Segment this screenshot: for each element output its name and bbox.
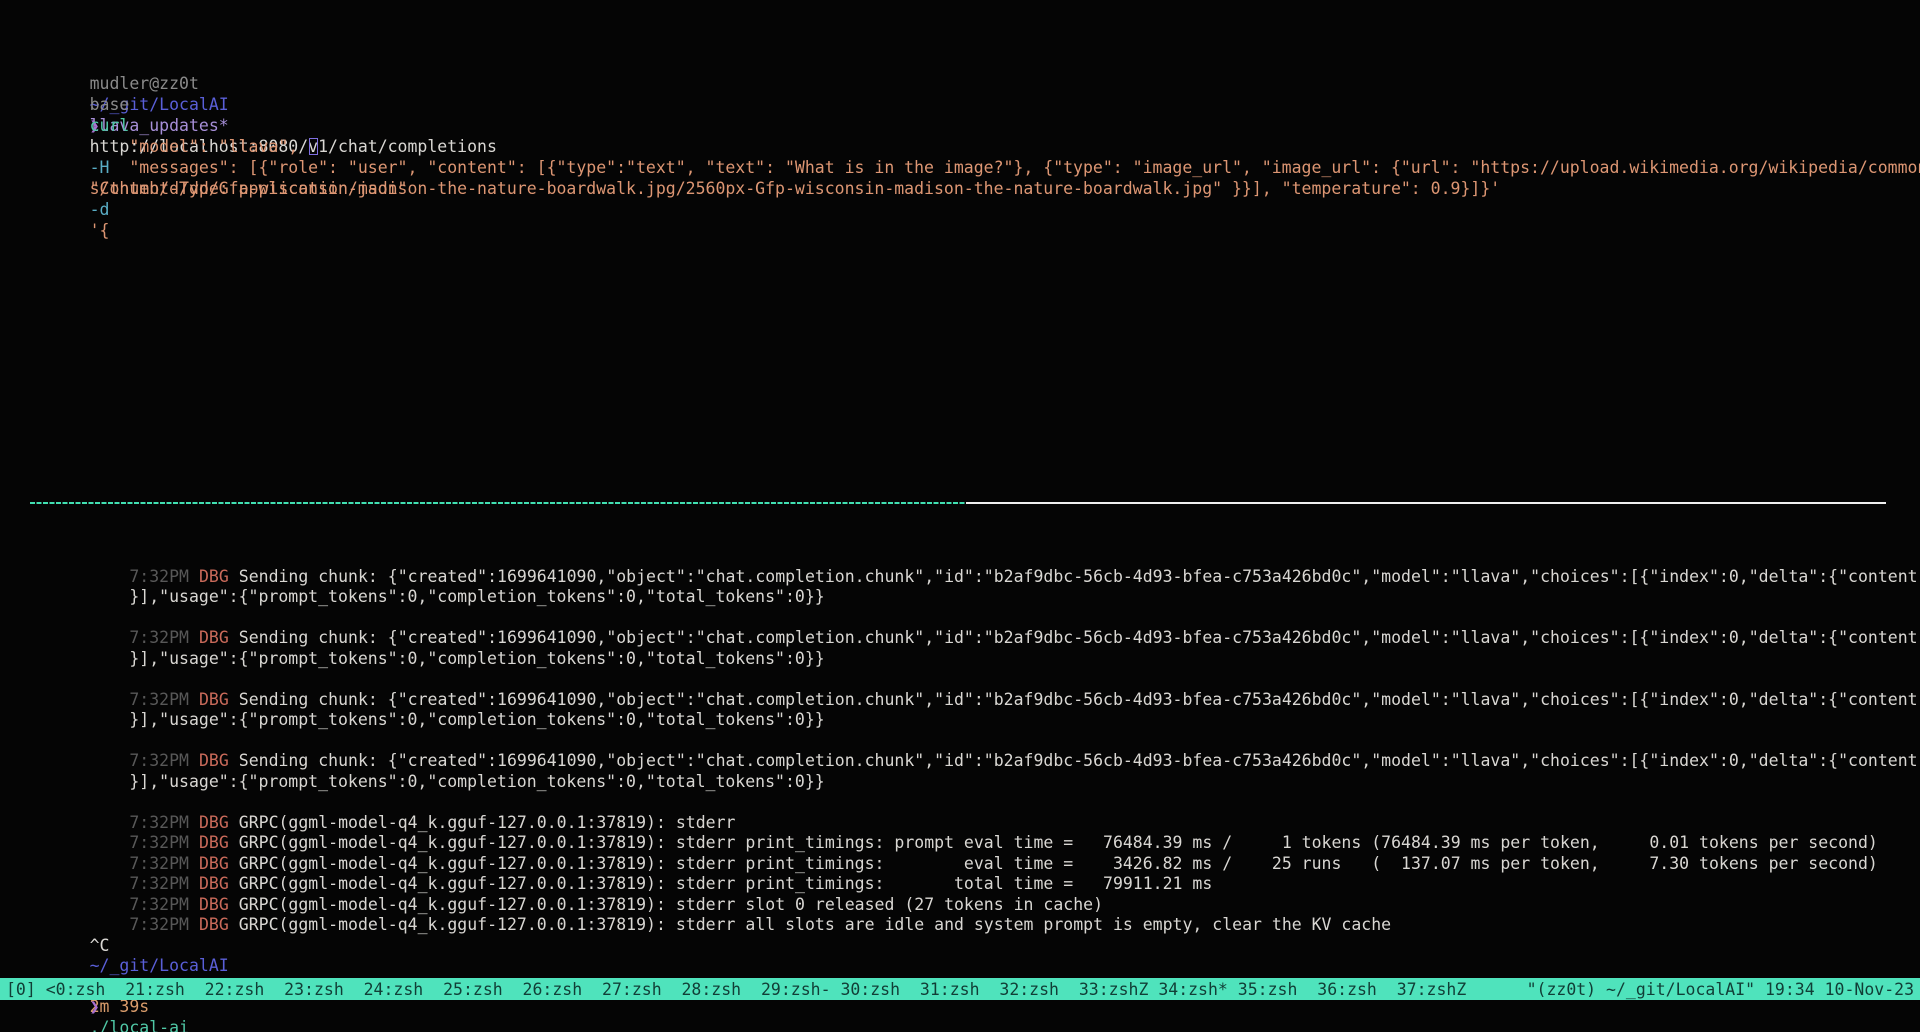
log-text: }],"usage":{"prompt_tokens":0,"completio… [129,710,824,729]
log-timestamp: 7:32PM [129,751,199,770]
curl-body-open: '{ [90,221,110,240]
prompt-line-1: mudler@zz0t ~/_git/LocalAI llava_updates… [30,52,1916,73]
terminal[interactable]: mudler@zz0t ~/_git/LocalAI llava_updates… [0,0,1920,1032]
log-text: Sending chunk: {"created":1699641090,"ob… [239,751,1920,770]
curl-flag-d: -d [90,200,120,219]
log-level-badge: DBG [199,813,239,832]
local-ai-cmd: ./local-ai [90,1018,199,1032]
grpc-log-list: 7:32PMDBGGRPC(ggml-model-q4_k.gguf-127.0… [30,792,1920,915]
log-line: 7:32PMDBGSending chunk: {"created":16996… [30,608,1920,629]
log-text: GRPC(ggml-model-q4_k.gguf-127.0.0.1:3781… [239,833,1878,852]
tmux-status-bar[interactable]: [0] <0:zsh 21:zsh 22:zsh 23:zsh 24:zsh 2… [0,978,1920,1000]
log-timestamp: 7:32PM [129,628,199,647]
local-ai-command-line: base ❯ ./local-ai --debug --threads 14 -… [30,956,1920,977]
log-line: 7:32PMDBGSending chunk: {"created":16996… [30,669,1920,690]
log-line: 7:32PMDBGSending chunk: {"created":16996… [30,546,1920,567]
log-timestamp: 7:32PM [129,690,199,709]
prompt-line-2: base ❯ [30,73,1916,94]
log-text: GRPC(ggml-model-q4_k.gguf-127.0.0.1:3781… [239,874,1213,893]
log-text: GRPC(ggml-model-q4_k.gguf-127.0.0.1:3781… [239,915,1391,934]
tmux-window-list[interactable]: [0] <0:zsh 21:zsh 22:zsh 23:zsh 24:zsh 2… [6,980,1466,999]
tmux-session-info: "(zz0t) ~/_git/LocalAI" 19:34 10-Nov-23 [1527,980,1914,999]
top-command-block: mudler@zz0t ~/_git/LocalAI llava_updates… [30,52,1916,178]
log-text: }],"usage":{"prompt_tokens":0,"completio… [129,772,824,791]
log-level-badge: DBG [199,751,239,770]
terminal-cursor [309,138,318,155]
debug-log-block: 7:32PMDBGSending chunk: {"created":16996… [30,546,1920,977]
log-text: Sending chunk: {"created":1699641090,"ob… [239,567,1920,586]
user-host: mudler@zz0t [90,74,209,93]
log-line: 7:32PMDBGGRPC(ggml-model-q4_k.gguf-127.0… [30,792,1920,813]
log-text: GRPC(ggml-model-q4_k.gguf-127.0.0.1:3781… [239,854,1878,873]
divider-teal-segment [30,502,966,504]
log-level-badge: DBG [199,567,239,586]
log-timestamp: 7:32PM [129,895,199,914]
log-line: 7:32PMDBGSending chunk: {"created":16996… [30,731,1920,752]
log-text: GRPC(ggml-model-q4_k.gguf-127.0.0.1:3781… [239,813,736,832]
curl-cmd: curl [90,116,140,135]
log-timestamp: 7:32PM [129,874,199,893]
log-text: GRPC(ggml-model-q4_k.gguf-127.0.0.1:3781… [239,895,1103,914]
log-timestamp: 7:32PM [129,813,199,832]
log-level-badge: DBG [199,690,239,709]
env-name: base [90,95,140,114]
divider-white-segment [966,502,1886,504]
log-level-badge: DBG [199,854,239,873]
chunk-log-list: 7:32PMDBGSending chunk: {"created":16996… [30,546,1920,792]
log-text: Sending chunk: {"created":1699641090,"ob… [239,628,1920,647]
log-timestamp: 7:32PM [129,833,199,852]
curl-command-line: curl http://localhost:8080/v1/chat/compl… [30,94,1916,115]
log-text: }],"usage":{"prompt_tokens":0,"completio… [129,649,824,668]
prompt-path-line: ~/_git/LocalAI llava_updates* 2m 39s [30,936,1920,957]
log-text: }],"usage":{"prompt_tokens":0,"completio… [129,587,824,606]
pane-divider [30,502,1886,504]
log-level-badge: DBG [199,833,239,852]
log-timestamp: 7:32PM [129,854,199,873]
cwd-path: ~/_git/LocalAI [90,956,239,975]
log-level-badge: DBG [199,915,239,934]
log-level-badge: DBG [199,874,239,893]
log-level-badge: DBG [199,895,239,914]
log-timestamp: 7:32PM [129,567,199,586]
log-timestamp: 7:32PM [129,915,199,934]
log-level-badge: DBG [199,628,239,647]
log-text: Sending chunk: {"created":1699641090,"ob… [239,690,1920,709]
sigint-text: ^C [90,936,110,955]
curl-model-line: "model": "llava", [30,115,1916,136]
